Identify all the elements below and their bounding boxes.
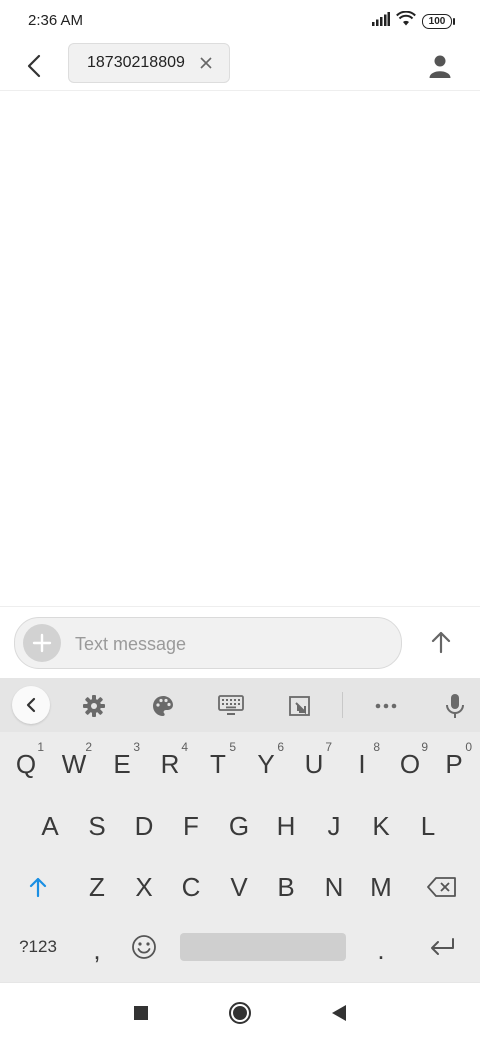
key-n[interactable]: N xyxy=(310,857,358,917)
more-horizontal-icon xyxy=(375,703,397,709)
status-time: 2:36 AM xyxy=(28,12,84,29)
key-h[interactable]: H xyxy=(262,796,310,856)
key-f[interactable]: F xyxy=(167,796,215,856)
plus-icon xyxy=(32,633,52,653)
contact-button[interactable] xyxy=(424,50,456,82)
send-button[interactable] xyxy=(424,625,458,659)
voice-input-button[interactable] xyxy=(437,688,473,724)
key-u[interactable]: U7 xyxy=(290,734,338,794)
key-a[interactable]: A xyxy=(26,796,74,856)
square-icon xyxy=(134,1006,148,1020)
signal-icon xyxy=(372,11,390,31)
add-attachment-button[interactable] xyxy=(23,624,61,662)
mic-icon xyxy=(446,694,464,718)
key-o[interactable]: O9 xyxy=(386,734,434,794)
key-y[interactable]: Y6 xyxy=(242,734,290,794)
recents-button[interactable] xyxy=(128,1000,154,1026)
key-z[interactable]: Z xyxy=(73,857,121,917)
message-input[interactable] xyxy=(73,628,377,660)
resize-keyboard-button[interactable] xyxy=(282,688,318,724)
message-list xyxy=(0,91,480,606)
symbols-key[interactable]: ?123 xyxy=(12,917,64,977)
close-icon xyxy=(200,57,212,69)
toolbar-divider xyxy=(342,692,343,718)
backspace-icon xyxy=(427,877,456,897)
toolbar-collapse-button[interactable] xyxy=(12,686,50,724)
triangle-back-icon xyxy=(332,1005,346,1021)
gear-icon xyxy=(83,695,105,717)
remove-recipient-button[interactable] xyxy=(199,56,213,70)
keyboard-settings-button[interactable] xyxy=(76,688,112,724)
chevron-left-icon xyxy=(26,697,36,713)
theme-button[interactable] xyxy=(145,688,181,724)
wifi-icon xyxy=(396,10,416,31)
period-key[interactable]: . xyxy=(357,920,405,980)
key-j[interactable]: J xyxy=(310,796,358,856)
keyboard: Q1 W2 E3 R4 T5 Y6 U7 I8 O9 P0 A S D F G … xyxy=(0,678,480,982)
keyboard-icon xyxy=(218,695,244,715)
key-k[interactable]: K xyxy=(357,796,405,856)
key-r[interactable]: R4 xyxy=(146,734,194,794)
home-button[interactable] xyxy=(227,1000,253,1026)
key-t[interactable]: T5 xyxy=(194,734,242,794)
emoji-key[interactable] xyxy=(120,917,168,977)
comma-key[interactable]: , xyxy=(73,920,121,980)
conversation-header: 18730218809 xyxy=(0,42,480,91)
key-c[interactable]: C xyxy=(167,857,215,917)
key-x[interactable]: X xyxy=(120,857,168,917)
shift-key[interactable] xyxy=(14,857,62,917)
back-button[interactable] xyxy=(18,50,50,82)
enter-key[interactable] xyxy=(418,917,466,977)
key-l[interactable]: L xyxy=(404,796,452,856)
circle-icon xyxy=(229,1002,251,1024)
smiley-icon xyxy=(132,935,156,959)
key-e[interactable]: E3 xyxy=(98,734,146,794)
key-w[interactable]: W2 xyxy=(50,734,98,794)
palette-icon xyxy=(153,696,173,716)
backspace-key[interactable] xyxy=(418,857,466,917)
recipient-chip[interactable]: 18730218809 xyxy=(68,43,230,83)
status-icons: 100 xyxy=(372,10,455,31)
key-p[interactable]: P0 xyxy=(430,734,478,794)
keyboard-toolbar xyxy=(0,678,480,732)
compose-bar xyxy=(0,606,480,679)
arrow-up-icon xyxy=(431,631,451,654)
more-options-button[interactable] xyxy=(368,688,404,724)
enter-icon xyxy=(431,938,454,955)
key-q[interactable]: Q1 xyxy=(2,734,50,794)
battery-icon: 100 xyxy=(422,13,455,29)
shift-arrow-icon xyxy=(29,877,47,898)
arrow-left-icon xyxy=(27,54,41,78)
resize-icon xyxy=(289,696,310,716)
back-nav-button[interactable] xyxy=(326,1000,352,1026)
key-i[interactable]: I8 xyxy=(338,734,386,794)
keyboard-mode-button[interactable] xyxy=(213,688,249,724)
navigation-bar xyxy=(0,982,480,1041)
recipient-number: 18730218809 xyxy=(87,54,185,71)
key-m[interactable]: M xyxy=(357,857,405,917)
compose-field xyxy=(14,617,402,669)
key-b[interactable]: B xyxy=(262,857,310,917)
space-key[interactable] xyxy=(180,933,346,961)
key-s[interactable]: S xyxy=(73,796,121,856)
key-g[interactable]: G xyxy=(215,796,263,856)
key-d[interactable]: D xyxy=(120,796,168,856)
person-icon xyxy=(429,55,451,78)
status-bar: 2:36 AM 100 xyxy=(0,0,480,42)
key-v[interactable]: V xyxy=(215,857,263,917)
